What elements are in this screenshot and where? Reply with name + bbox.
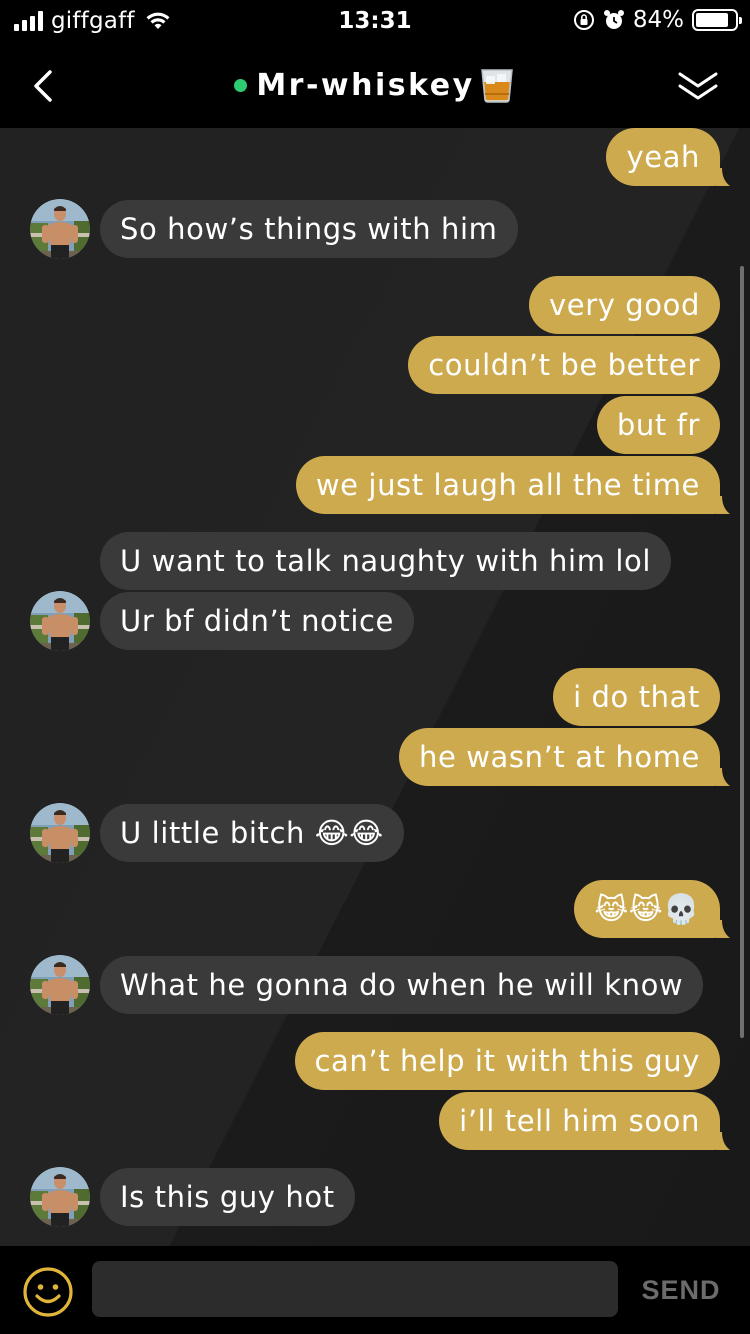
bubble-tail [716, 168, 730, 186]
incoming-message-row: U little bitch 😂😂 [0, 803, 750, 863]
bubble-tail [716, 496, 730, 514]
message-list[interactable]: yeah So how’s things with him very good cou… [0, 128, 750, 1246]
chat-header: Mr-whiskey [0, 44, 750, 128]
battery-fill [696, 13, 728, 27]
incoming-message-bubble[interactable]: Ur bf didn’t notice [100, 592, 414, 650]
orientation-lock-icon [573, 10, 594, 30]
outgoing-message-bubble[interactable]: he wasn’t at home [399, 728, 720, 786]
incoming-message-row: So how’s things with him [0, 199, 750, 259]
incoming-message-row: What he gonna do when he will know [0, 955, 750, 1015]
incoming-message-bubble[interactable]: Is this guy hot [100, 1168, 355, 1226]
incoming-message-row: Ur bf didn’t notice [0, 591, 750, 651]
outgoing-message-row: 😹😹💀 [0, 880, 750, 938]
alarm-icon [603, 10, 624, 29]
incoming-message-bubble[interactable]: U want to talk naughty with him lol [100, 532, 672, 590]
double-chevron-down-icon[interactable] [676, 68, 720, 104]
outgoing-message-bubble[interactable]: i’ll tell him soon [439, 1092, 720, 1150]
outgoing-message-row: i’ll tell him soon [0, 1092, 750, 1150]
outgoing-message-bubble[interactable]: 😹😹💀 [574, 880, 720, 938]
outgoing-message-bubble[interactable]: couldn’t be better [408, 336, 720, 394]
battery-tip [739, 17, 742, 24]
incoming-message-bubble[interactable]: U little bitch 😂😂 [100, 804, 404, 862]
bubble-tail [716, 1132, 730, 1150]
outgoing-message-bubble[interactable]: very good [528, 276, 720, 334]
outgoing-message-row: can’t help it with this guy [0, 1032, 750, 1090]
message-input[interactable] [92, 1261, 618, 1317]
bubble-tail [716, 920, 730, 938]
outgoing-message-row: couldn’t be better [0, 336, 750, 394]
whiskey-glass-icon [480, 69, 513, 103]
incoming-message-bubble[interactable]: What he gonna do when he will know [100, 956, 704, 1014]
outgoing-message-row: we just laugh all the time [0, 456, 750, 514]
outgoing-message-bubble[interactable]: we just laugh all the time [295, 456, 720, 514]
outgoing-message-bubble[interactable]: yeah [606, 128, 720, 186]
battery-icon [692, 9, 742, 31]
bubble-tail [716, 768, 730, 786]
outgoing-message-row: yeah [0, 128, 750, 186]
status-bar: giffgaff 13:31 84% [0, 0, 750, 44]
avatar[interactable] [30, 591, 90, 651]
avatar[interactable] [30, 1167, 90, 1227]
chat-title-wrap[interactable]: Mr-whiskey [0, 66, 750, 104]
avatar[interactable] [30, 199, 90, 259]
send-button[interactable]: SEND [626, 1266, 736, 1314]
battery-percent: 84% [632, 7, 684, 33]
outgoing-message-row: very good [0, 276, 750, 334]
outgoing-message-row: he wasn’t at home [0, 728, 750, 786]
smiley-icon[interactable] [22, 1266, 74, 1318]
chat-title[interactable]: Mr-whiskey [256, 68, 474, 103]
avatar[interactable] [30, 955, 90, 1015]
outgoing-message-bubble[interactable]: i do that [553, 668, 720, 726]
outgoing-message-row: i do that [0, 668, 750, 726]
avatar[interactable] [30, 803, 90, 863]
incoming-message-row: U want to talk naughty with him lol [0, 532, 750, 590]
input-bar: SEND [0, 1246, 750, 1334]
status-right: 84% [573, 7, 742, 33]
outgoing-message-bubble[interactable]: can’t help it with this guy [294, 1032, 720, 1090]
incoming-message-bubble[interactable]: So how’s things with him [100, 200, 518, 258]
outgoing-message-row: but fr [0, 396, 750, 454]
online-status-dot [234, 78, 248, 92]
incoming-message-row: Is this guy hot [0, 1167, 750, 1227]
outgoing-message-bubble[interactable]: but fr [596, 396, 720, 454]
